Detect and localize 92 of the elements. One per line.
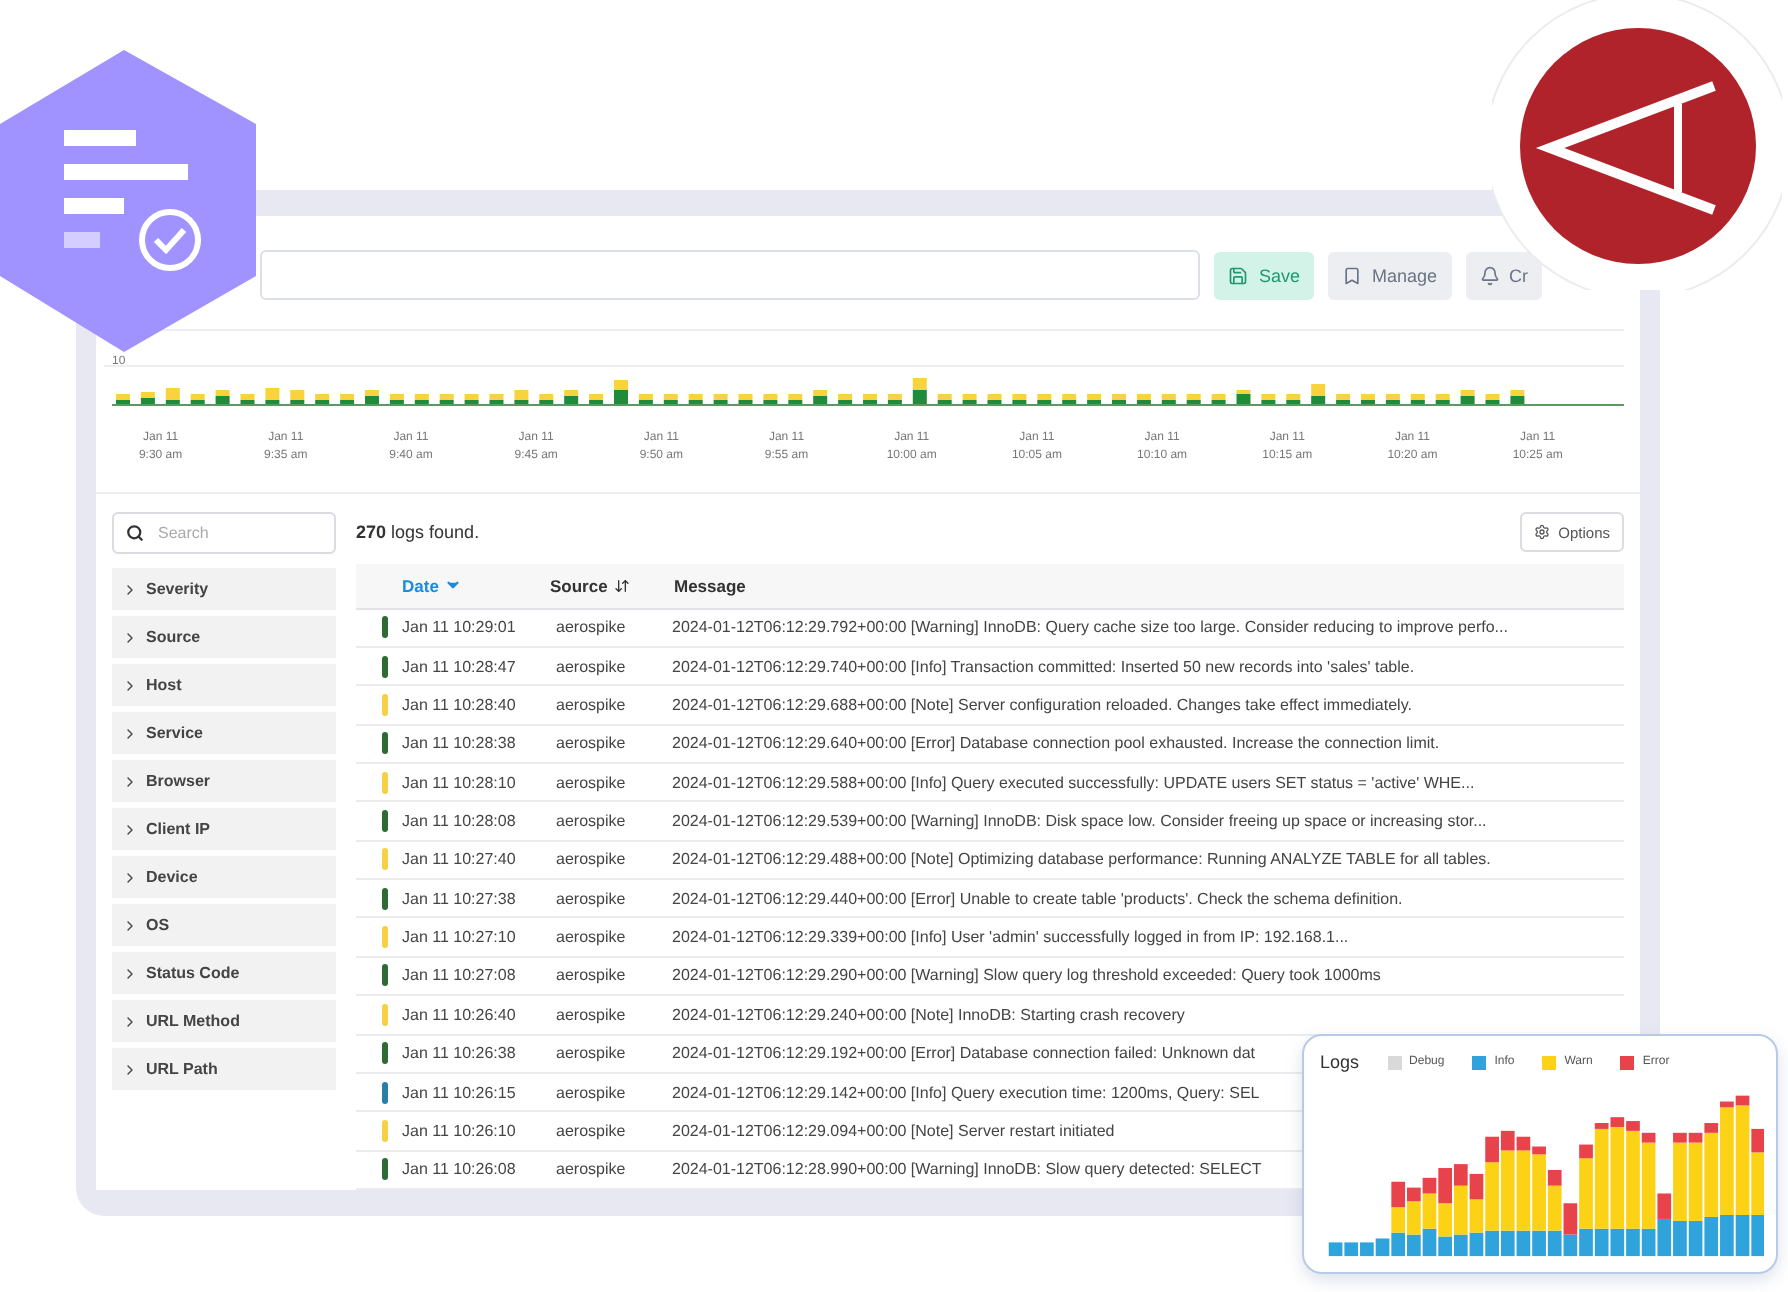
message-cell: 2024-01-12T06:12:29.688+00:00 [Note] Server configuration reloaded. Changes take effect immediately.	[672, 695, 1412, 714]
filter-item[interactable]: Browser	[112, 760, 336, 802]
message-cell: 2024-01-12T06:12:29.539+00:00 [Warning] InnoDB: Disk space low. Consider freeing up space or increasing stor...	[672, 812, 1487, 831]
chevron-icon	[122, 629, 138, 645]
date-cell-text: Jan 11 10:27:08	[402, 966, 518, 985]
chevron-icon	[122, 1013, 138, 1029]
source-cell-text: aerospike	[556, 657, 628, 676]
filter-label: Source	[146, 628, 201, 646]
filter-label: Status Code	[146, 964, 240, 982]
manage-button[interactable]: Manage	[1327, 251, 1451, 299]
date-cell-text: Jan 11 10:28:08	[402, 812, 518, 831]
message-cell: 2024-01-12T06:12:29.740+00:00 [Info] Transaction committed: Inserted 50 new records into 'sales' table.	[672, 657, 1415, 676]
date-cell-text: Jan 11 10:28:38	[402, 734, 518, 753]
settings-icon	[1534, 524, 1551, 541]
chevron-icon	[122, 677, 138, 693]
filter-label: OS	[146, 916, 170, 934]
column-header[interactable]: Message	[674, 575, 746, 596]
date-cell-text: Jan 11 10:29:01	[402, 618, 518, 637]
source-cell-text: aerospike	[556, 1044, 628, 1063]
message-cell: 2024-01-12T06:12:29.339+00:00 [Info] User 'admin' successfully logged in from IP: 192.168.1...	[672, 928, 1349, 947]
filter-item[interactable]: URL Path	[112, 1048, 336, 1090]
filter-label: Severity	[146, 580, 209, 598]
message-cell: 2024-01-12T06:12:29.792+00:00 [Warning] InnoDB: Query cache size too large. Consider reducing to improve perfo...	[672, 618, 1508, 637]
source-cell-text: aerospike	[556, 1121, 628, 1140]
source-cell-text: aerospike	[556, 734, 628, 753]
source-cell-text: aerospike	[556, 618, 628, 637]
filter-label: URL Path	[146, 1060, 218, 1078]
message-cell: 2024-01-12T06:12:29.192+00:00 [Error] Database connection failed: Unknown dat	[672, 1044, 1256, 1063]
filter-item[interactable]: Service	[112, 712, 336, 754]
filter-label: Host	[146, 676, 182, 694]
bookmark-icon	[1341, 265, 1362, 285]
date-cell-text: Jan 11 10:26:38	[402, 1044, 518, 1063]
save-icon	[1228, 265, 1249, 285]
chevron-icon	[122, 869, 138, 885]
source-cell-text: aerospike	[556, 695, 628, 714]
filter-item[interactable]: URL Method	[112, 1000, 336, 1042]
filter-label: Client IP	[146, 820, 211, 838]
date-cell-text: Jan 11 10:28:10	[402, 773, 518, 792]
chevron-icon	[122, 1061, 138, 1077]
date-cell-text: Jan 11 10:26:15	[402, 1083, 518, 1102]
chevron-icon	[122, 725, 138, 741]
message-cell: 2024-01-12T06:12:29.440+00:00 [Error] Unable to create table 'products'. Check the schema definition.	[672, 889, 1403, 908]
date-cell-text: Jan 11 10:27:10	[402, 928, 518, 947]
message-cell: 2024-01-12T06:12:29.094+00:00 [Note] Server restart initiated	[672, 1121, 1115, 1140]
source-cell-text: aerospike	[556, 773, 628, 792]
message-cell: 2024-01-12T06:12:29.488+00:00 [Note] Optimizing database performance: Running ANALYZE TABLE for all tables.	[672, 850, 1491, 869]
filter-search-field[interactable]: Search	[112, 512, 336, 554]
filter-label: Service	[146, 724, 203, 742]
message-cell: 2024-01-12T06:12:29.290+00:00 [Warning] Slow query log threshold exceeded: Query took 1000ms	[672, 966, 1381, 985]
source-cell-text: aerospike	[556, 1160, 628, 1179]
bell-icon	[1479, 265, 1499, 285]
source-cell-text: aerospike	[556, 850, 628, 869]
date-cell-text: Jan 11 10:26:10	[402, 1121, 518, 1140]
date-cell-text: Jan 11 10:27:40	[402, 850, 518, 869]
source-cell-text: aerospike	[556, 889, 628, 908]
message-cell: 2024-01-12T06:12:29.640+00:00 [Error] Database connection pool exhausted. Increase the connection limit.	[672, 734, 1440, 753]
filter-item[interactable]: Source	[112, 616, 336, 658]
alert-button[interactable]: Cr	[1465, 251, 1542, 299]
filter-item[interactable]: Status Code	[112, 952, 336, 994]
source-cell-text: aerospike	[556, 1005, 628, 1024]
chevron-icon	[122, 917, 138, 933]
result-count: 270 logs found.	[356, 522, 480, 543]
filter-item[interactable]: Device	[112, 856, 336, 898]
chevron-icon	[122, 965, 138, 981]
query-field[interactable]	[260, 250, 1201, 300]
chevron-icon	[122, 581, 138, 597]
filter-item[interactable]: Host	[112, 664, 336, 706]
filter-label: Browser	[146, 772, 211, 790]
message-cell: 2024-01-12T06:12:29.588+00:00 [Info] Query executed successfully: UPDATE users SET status = 'active' WHE...	[672, 773, 1475, 792]
filter-item[interactable]: Severity	[112, 568, 336, 610]
source-cell-text: aerospike	[556, 1083, 628, 1102]
date-cell-text: Jan 11 10:28:47	[402, 657, 518, 676]
date-cell-text: Jan 11 10:28:40	[402, 695, 518, 714]
filter-item[interactable]: Client IP	[112, 808, 336, 850]
chevron-icon	[122, 773, 138, 789]
search-icon	[126, 524, 144, 542]
sort-icon	[613, 577, 630, 594]
date-cell-text: Jan 11 10:26:08	[402, 1160, 518, 1179]
message-cell: 2024-01-12T06:12:29.142+00:00 [Info] Query execution time: 1200ms, Query: SEL	[672, 1083, 1260, 1102]
filter-label: URL Method	[146, 1012, 240, 1030]
filter-label: Device	[146, 868, 198, 886]
message-cell: 2024-01-12T06:12:29.240+00:00 [Note] InnoDB: Starting crash recovery	[672, 1005, 1185, 1024]
filter-item[interactable]: OS	[112, 904, 336, 946]
message-cell: 2024-01-12T06:12:28.990+00:00 [Warning] InnoDB: Slow query detected: SELECT	[672, 1160, 1262, 1179]
date-cell-text: Jan 11 10:26:40	[402, 1005, 518, 1024]
date-cell-text: Jan 11 10:27:38	[402, 889, 518, 908]
chevron-icon	[122, 821, 138, 837]
source-cell-text: aerospike	[556, 812, 628, 831]
card-title: Logs	[1320, 1052, 1360, 1072]
source-cell-text: aerospike	[556, 966, 628, 985]
column-header[interactable]: Source	[550, 575, 674, 596]
source-cell-text: aerospike	[556, 928, 628, 947]
